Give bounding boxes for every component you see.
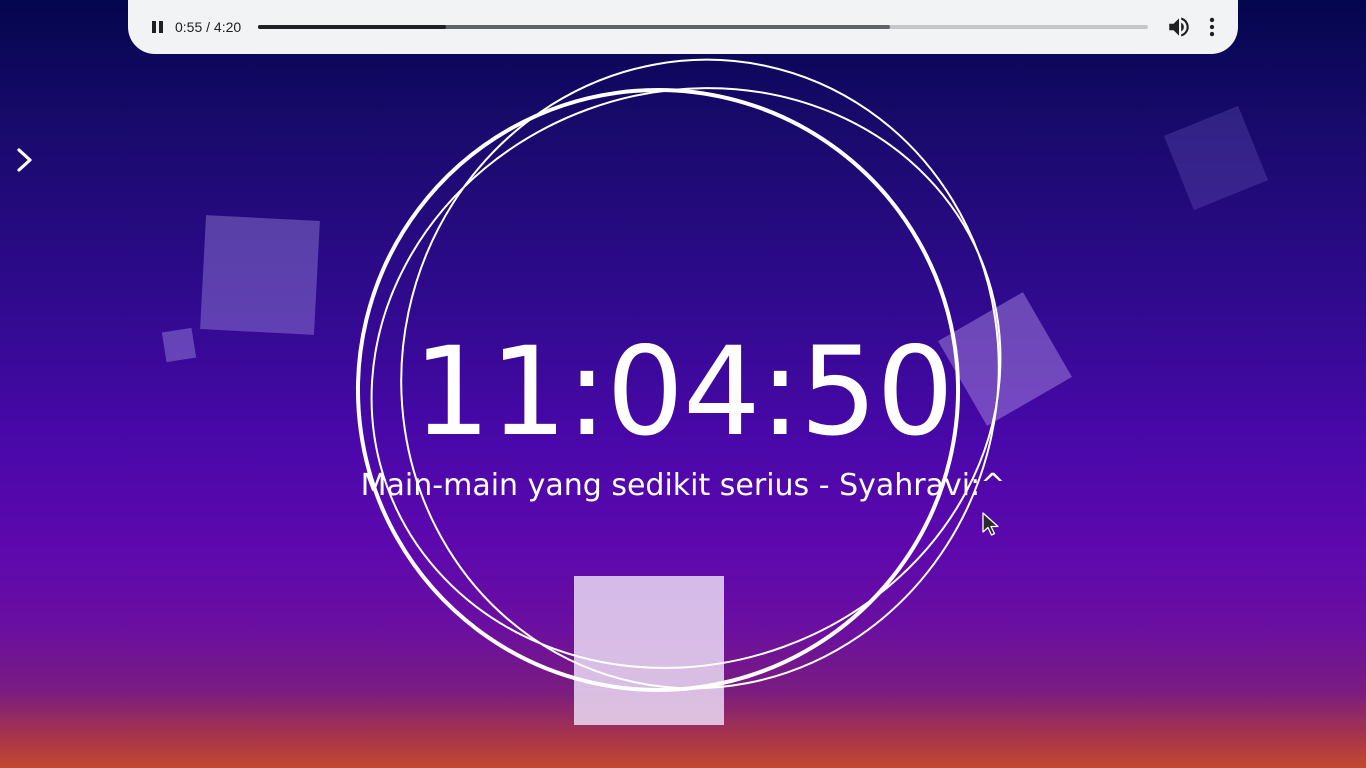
more-options-button[interactable] (1199, 14, 1225, 40)
time-display: 0:55 / 4:20 (175, 19, 242, 35)
pause-icon (152, 21, 156, 33)
pause-icon-bar (159, 21, 163, 33)
floating-square (1163, 105, 1269, 211)
volume-button[interactable] (1166, 14, 1192, 40)
floating-square (200, 215, 320, 335)
volume-icon (1169, 17, 1189, 37)
chevron-right-icon[interactable] (12, 146, 38, 174)
clock-subtitle: Main-main yang sedikit serius - Syahravi… (360, 468, 1006, 503)
clock-time: 11:04:50 (413, 321, 954, 463)
floating-square (574, 576, 724, 725)
audio-player[interactable]: 0:55 / 4:20 (128, 0, 1238, 54)
pause-button[interactable] (144, 13, 172, 41)
seek-bar[interactable] (258, 25, 1148, 29)
played-range (258, 25, 447, 29)
mouse-cursor-icon (982, 512, 999, 536)
more-vertical-icon (1209, 17, 1215, 37)
